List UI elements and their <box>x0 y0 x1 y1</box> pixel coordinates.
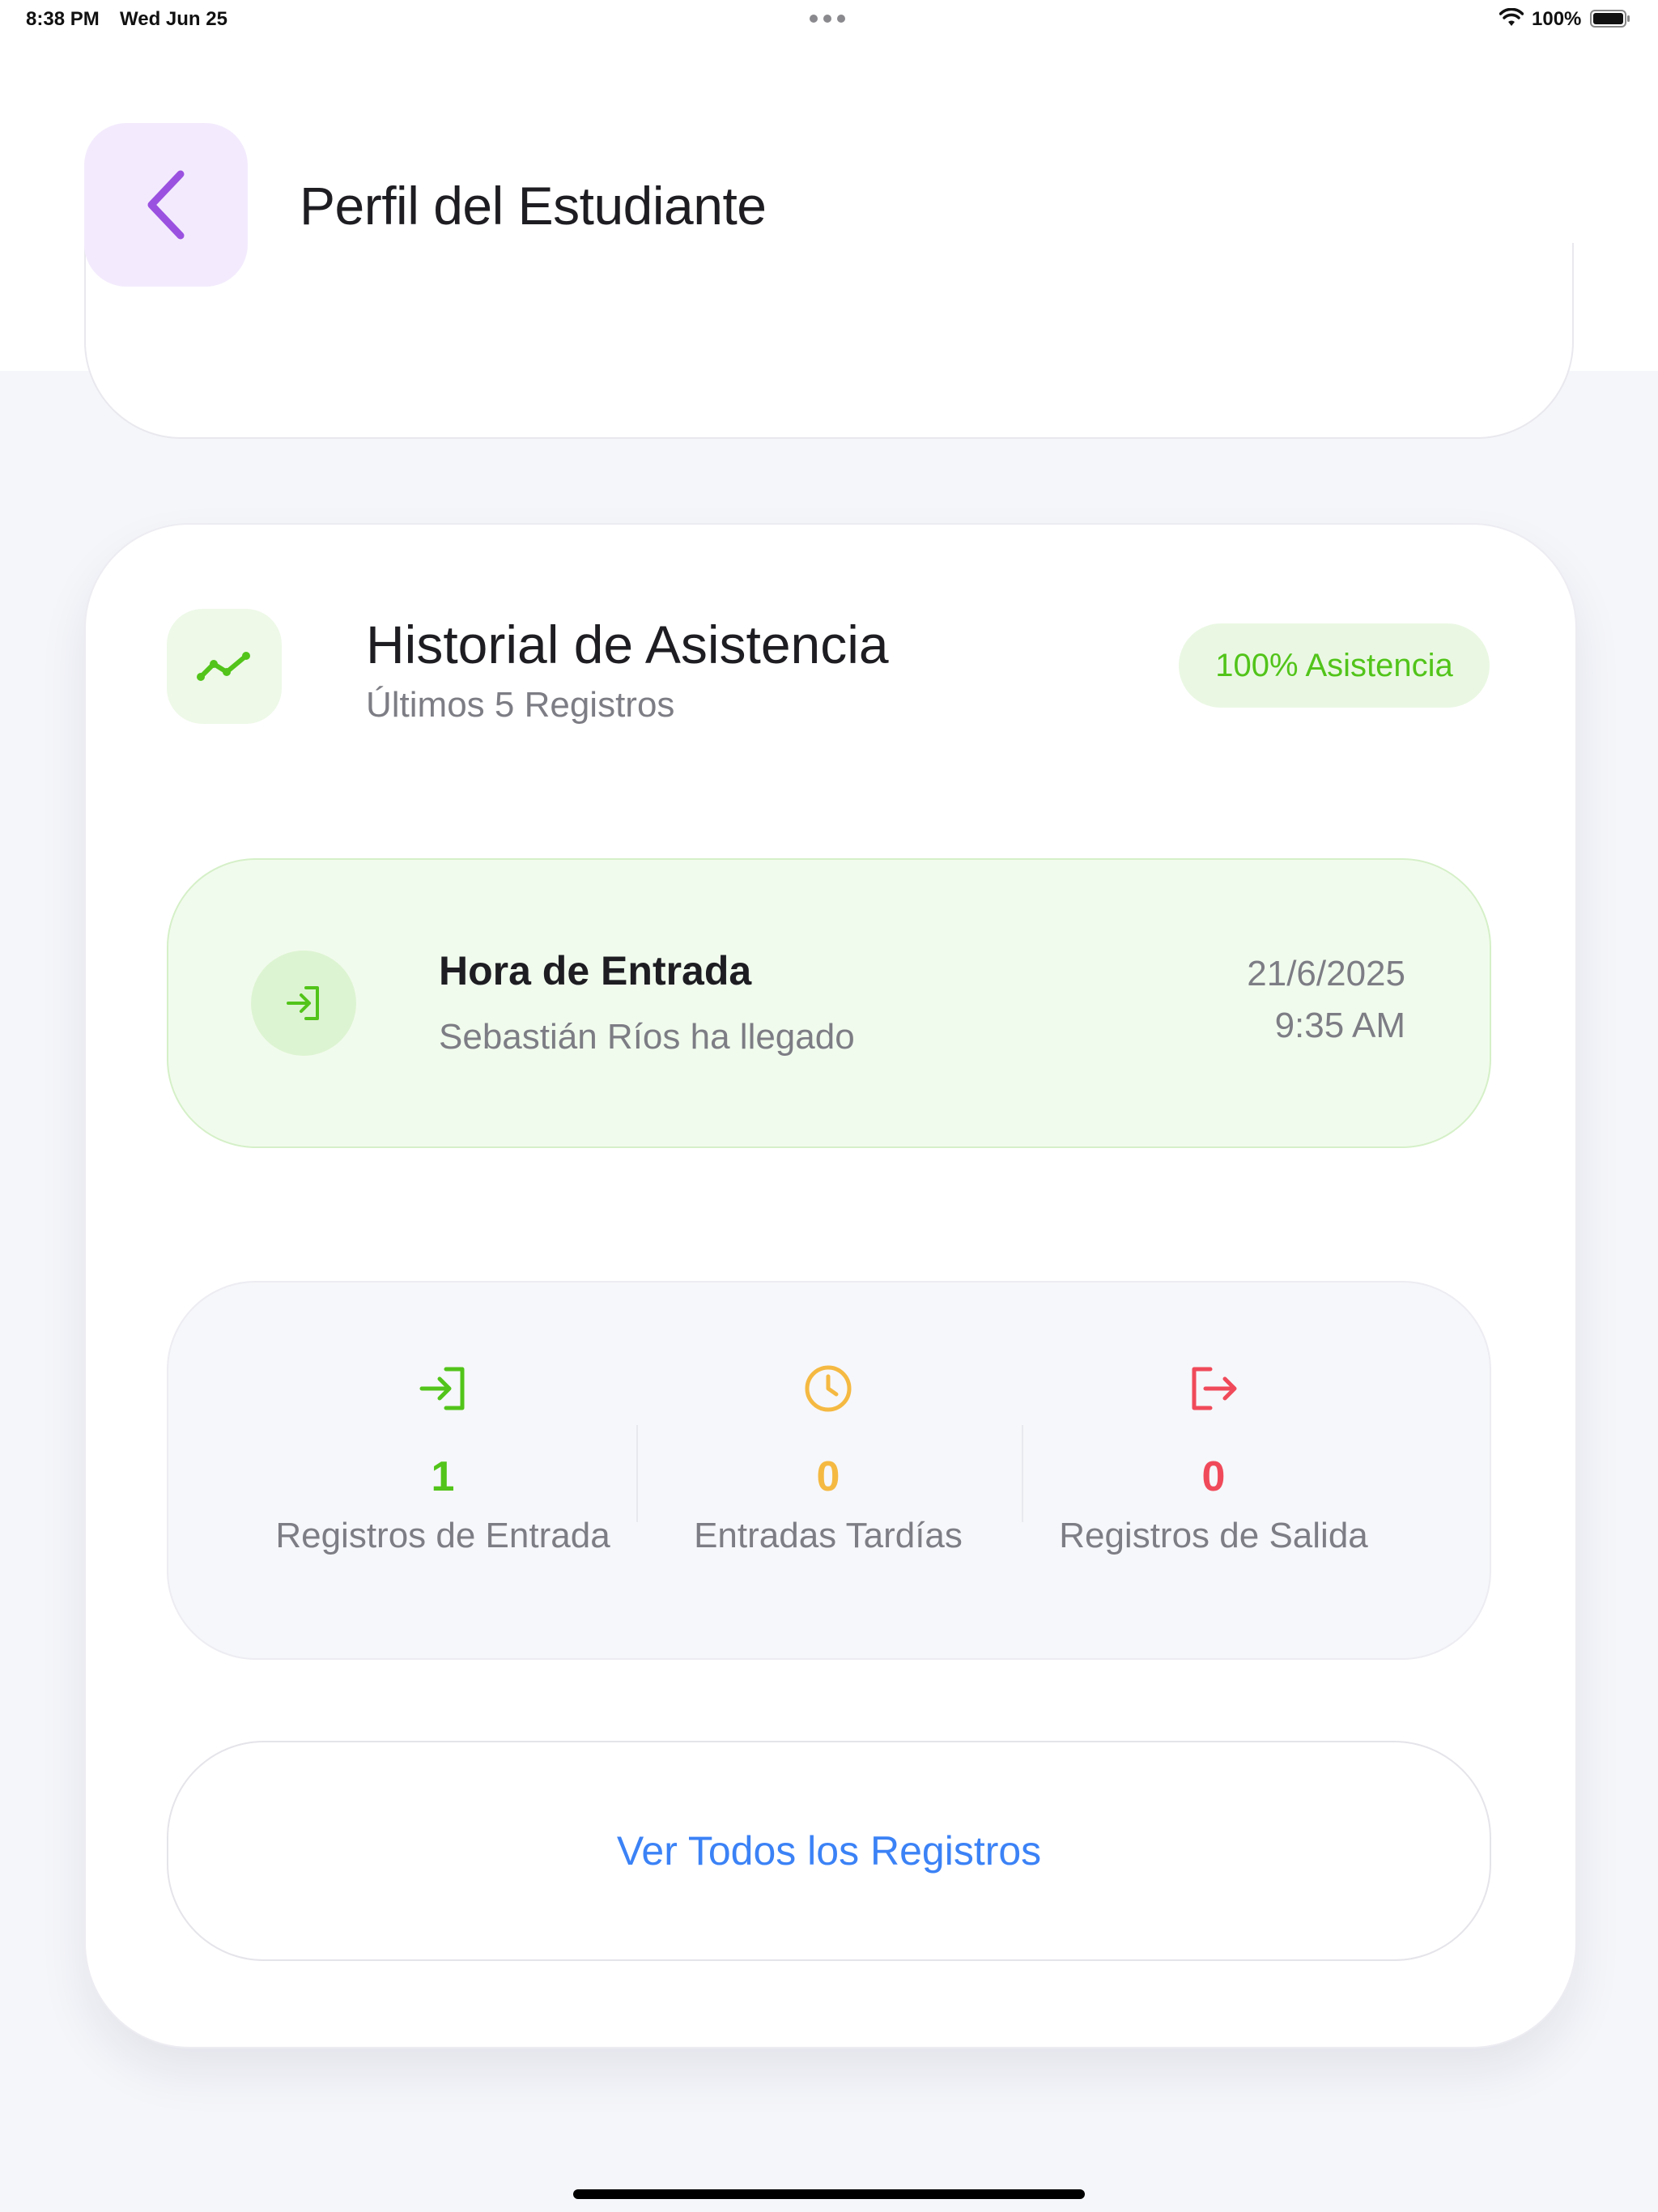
multitasking-dots-icon[interactable] <box>810 6 848 31</box>
entry-icon-container <box>251 951 356 1056</box>
attendance-badge: 100% Asistencia <box>1179 623 1490 708</box>
back-button[interactable] <box>84 123 248 287</box>
entry-time: 9:35 AM <box>1274 1006 1405 1045</box>
status-date: Wed Jun 25 <box>120 8 227 30</box>
login-icon <box>419 1367 465 1410</box>
home-indicator[interactable] <box>573 2189 1085 2199</box>
stat-entries-label: Registros de Entrada <box>275 1516 610 1555</box>
stat-late-value: 0 <box>816 1453 840 1500</box>
stat-exits-label: Registros de Salida <box>1059 1516 1368 1555</box>
entry-title: Hora de Entrada <box>439 948 752 993</box>
stat-exits-value: 0 <box>1201 1453 1226 1500</box>
entry-description: Sebastián Ríos ha llegado <box>439 1017 855 1057</box>
login-icon <box>287 986 319 1020</box>
battery-percentage: 100% <box>1532 8 1582 30</box>
stat-late-label: Entradas Tardías <box>694 1516 963 1555</box>
view-all-records-button[interactable]: Ver Todos los Registros <box>167 1741 1491 1961</box>
chevron-left-icon <box>147 170 185 240</box>
trend-line-icon <box>197 652 250 681</box>
stat-entries-value: 1 <box>431 1453 455 1500</box>
history-title: Historial de Asistencia <box>366 615 889 674</box>
stat-entries: 1 Registros de Entrada <box>253 1360 633 1556</box>
status-time: 8:38 PM <box>26 8 100 30</box>
battery-icon <box>1590 10 1630 28</box>
entry-record-card[interactable] <box>167 858 1491 1148</box>
wifi-icon <box>1499 8 1524 26</box>
entry-date: 21/6/2025 <box>1247 954 1405 993</box>
previous-card <box>84 243 1574 439</box>
clock-icon <box>805 1365 852 1412</box>
stat-exits: 0 Registros de Salida <box>1023 1360 1404 1556</box>
logout-icon <box>1192 1367 1237 1410</box>
history-subtitle: Últimos 5 Registros <box>366 685 675 725</box>
page-title: Perfil del Estudiante <box>300 176 767 236</box>
stat-late: 0 Entradas Tardías <box>638 1360 1018 1556</box>
status-bar: 8:38 PM Wed Jun 25 100% <box>0 0 1658 39</box>
trend-icon-container <box>167 609 282 724</box>
